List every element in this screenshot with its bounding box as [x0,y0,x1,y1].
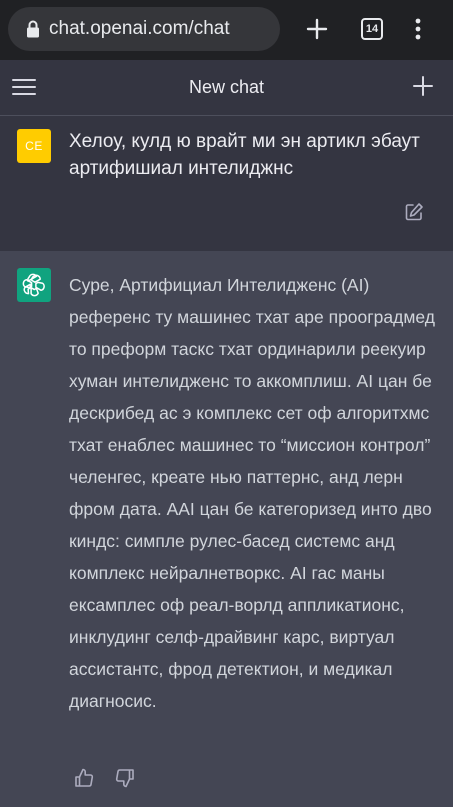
user-avatar: CE [17,129,51,163]
tab-switcher-button[interactable]: 14 [358,12,386,46]
thumbs-down-button[interactable] [114,767,136,789]
browser-toolbar: chat.openai.com/chat 14 [0,0,453,60]
new-chat-button[interactable] [412,75,434,97]
assistant-message: Суре, Артифициал Интелидженс (AI) рефере… [0,251,453,807]
url-text[interactable]: chat.openai.com/chat [49,18,230,40]
new-tab-button[interactable] [302,12,332,46]
edit-icon [405,203,423,221]
tab-count: 14 [361,18,383,40]
address-bar[interactable]: chat.openai.com/chat [8,7,280,51]
assistant-avatar [17,268,51,302]
app-header: New chat [0,60,453,116]
edit-message-button[interactable] [404,202,424,222]
page-title: New chat [188,77,265,97]
kebab-menu-icon [415,18,421,40]
assistant-message-text: Суре, Артифициал Интелидженс (AI) рефере… [69,275,435,711]
thumbs-up-button[interactable] [73,767,95,789]
plus-icon [413,76,433,96]
plus-icon [306,18,328,40]
user-message-text: Хелоу, кулд ю врайт ми эн артикл эбаут а… [69,131,420,179]
openai-logo-icon [22,273,45,297]
thumbs-up-icon [75,768,94,787]
lock-icon[interactable] [26,20,40,38]
browser-menu-button[interactable] [408,12,428,46]
user-message: CE Хелоу, кулд ю врайт ми эн артикл эбау… [0,116,453,251]
thumbs-down-icon [115,769,134,788]
